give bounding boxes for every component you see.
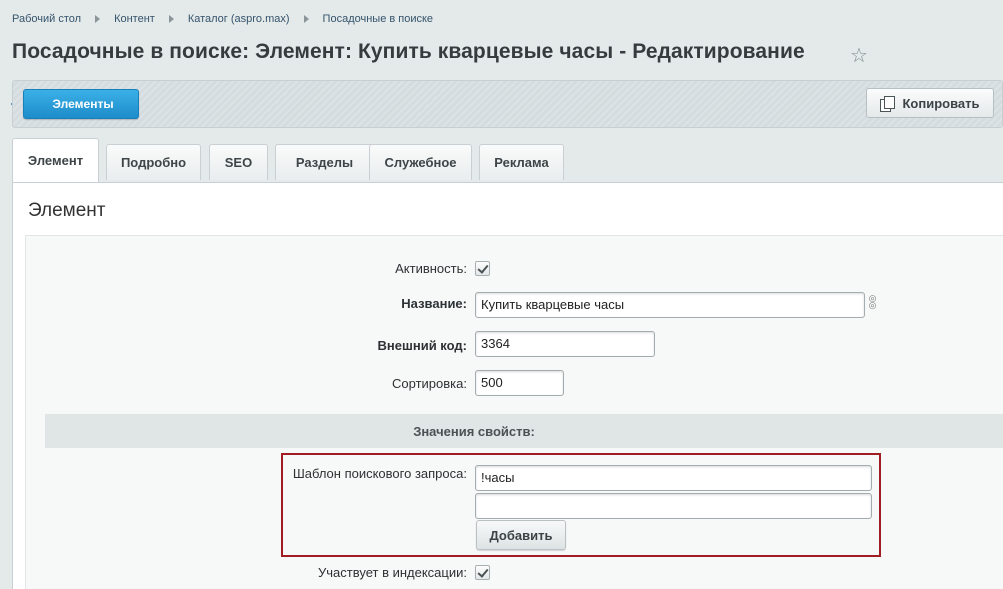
tab-details[interactable]: Подробно: [106, 144, 201, 180]
name-input[interactable]: Купить кварцевые часы: [475, 292, 865, 318]
toolbar: Элементы Копировать: [12, 80, 1003, 128]
chevron-right-icon: [95, 15, 101, 23]
add-button[interactable]: Добавить: [476, 520, 566, 550]
copy-button[interactable]: Копировать: [866, 88, 994, 118]
elements-button-label: Элементы: [52, 97, 114, 111]
translit-icon[interactable]: ◎ ◎: [868, 294, 877, 317]
tab-sections[interactable]: Разделы: [275, 144, 374, 180]
tab-advertising[interactable]: Реклама: [479, 144, 564, 180]
tab-service[interactable]: Служебное: [369, 144, 472, 180]
sort-label: Сортировка:: [392, 376, 467, 391]
chevron-right-icon: [168, 15, 174, 23]
ext-code-input[interactable]: 3364: [475, 331, 655, 357]
star-icon[interactable]: ☆: [850, 43, 868, 68]
indexing-label: Участвует в индексации:: [318, 565, 467, 580]
breadcrumb-item-content[interactable]: Контент: [114, 13, 155, 25]
sort-input[interactable]: 500: [475, 370, 564, 396]
elements-back-button[interactable]: Элементы: [23, 89, 139, 119]
query-template-label: Шаблон поискового запроса:: [292, 466, 467, 481]
active-checkbox[interactable]: [475, 261, 490, 276]
active-label: Активность:: [395, 261, 467, 276]
indexing-checkbox[interactable]: [475, 565, 490, 580]
breadcrumb-item-landing[interactable]: Посадочные в поиске: [323, 13, 434, 25]
properties-section-header: Значения свойств:: [45, 414, 1003, 448]
ext-code-label: Внешний код:: [377, 338, 467, 353]
tab-seo[interactable]: SEO: [209, 144, 268, 180]
breadcrumb-item-desktop[interactable]: Рабочий стол: [12, 13, 81, 25]
page-title: Посадочные в поиске: Элемент: Купить ква…: [12, 40, 805, 63]
query-template-input-1[interactable]: !часы: [475, 465, 872, 491]
tab-element[interactable]: Элемент: [12, 138, 99, 182]
copy-button-label: Копировать: [902, 95, 980, 111]
query-template-input-2[interactable]: [475, 493, 872, 519]
add-button-label: Добавить: [489, 527, 553, 543]
name-label: Название:: [401, 296, 467, 311]
copy-icon: [880, 96, 896, 112]
breadcrumb: Рабочий стол Контент Каталог (aspro.max)…: [12, 10, 433, 28]
panel-heading: Элемент: [28, 200, 106, 221]
breadcrumb-item-catalog[interactable]: Каталог (aspro.max): [188, 13, 290, 25]
chevron-right-icon: [303, 15, 309, 23]
